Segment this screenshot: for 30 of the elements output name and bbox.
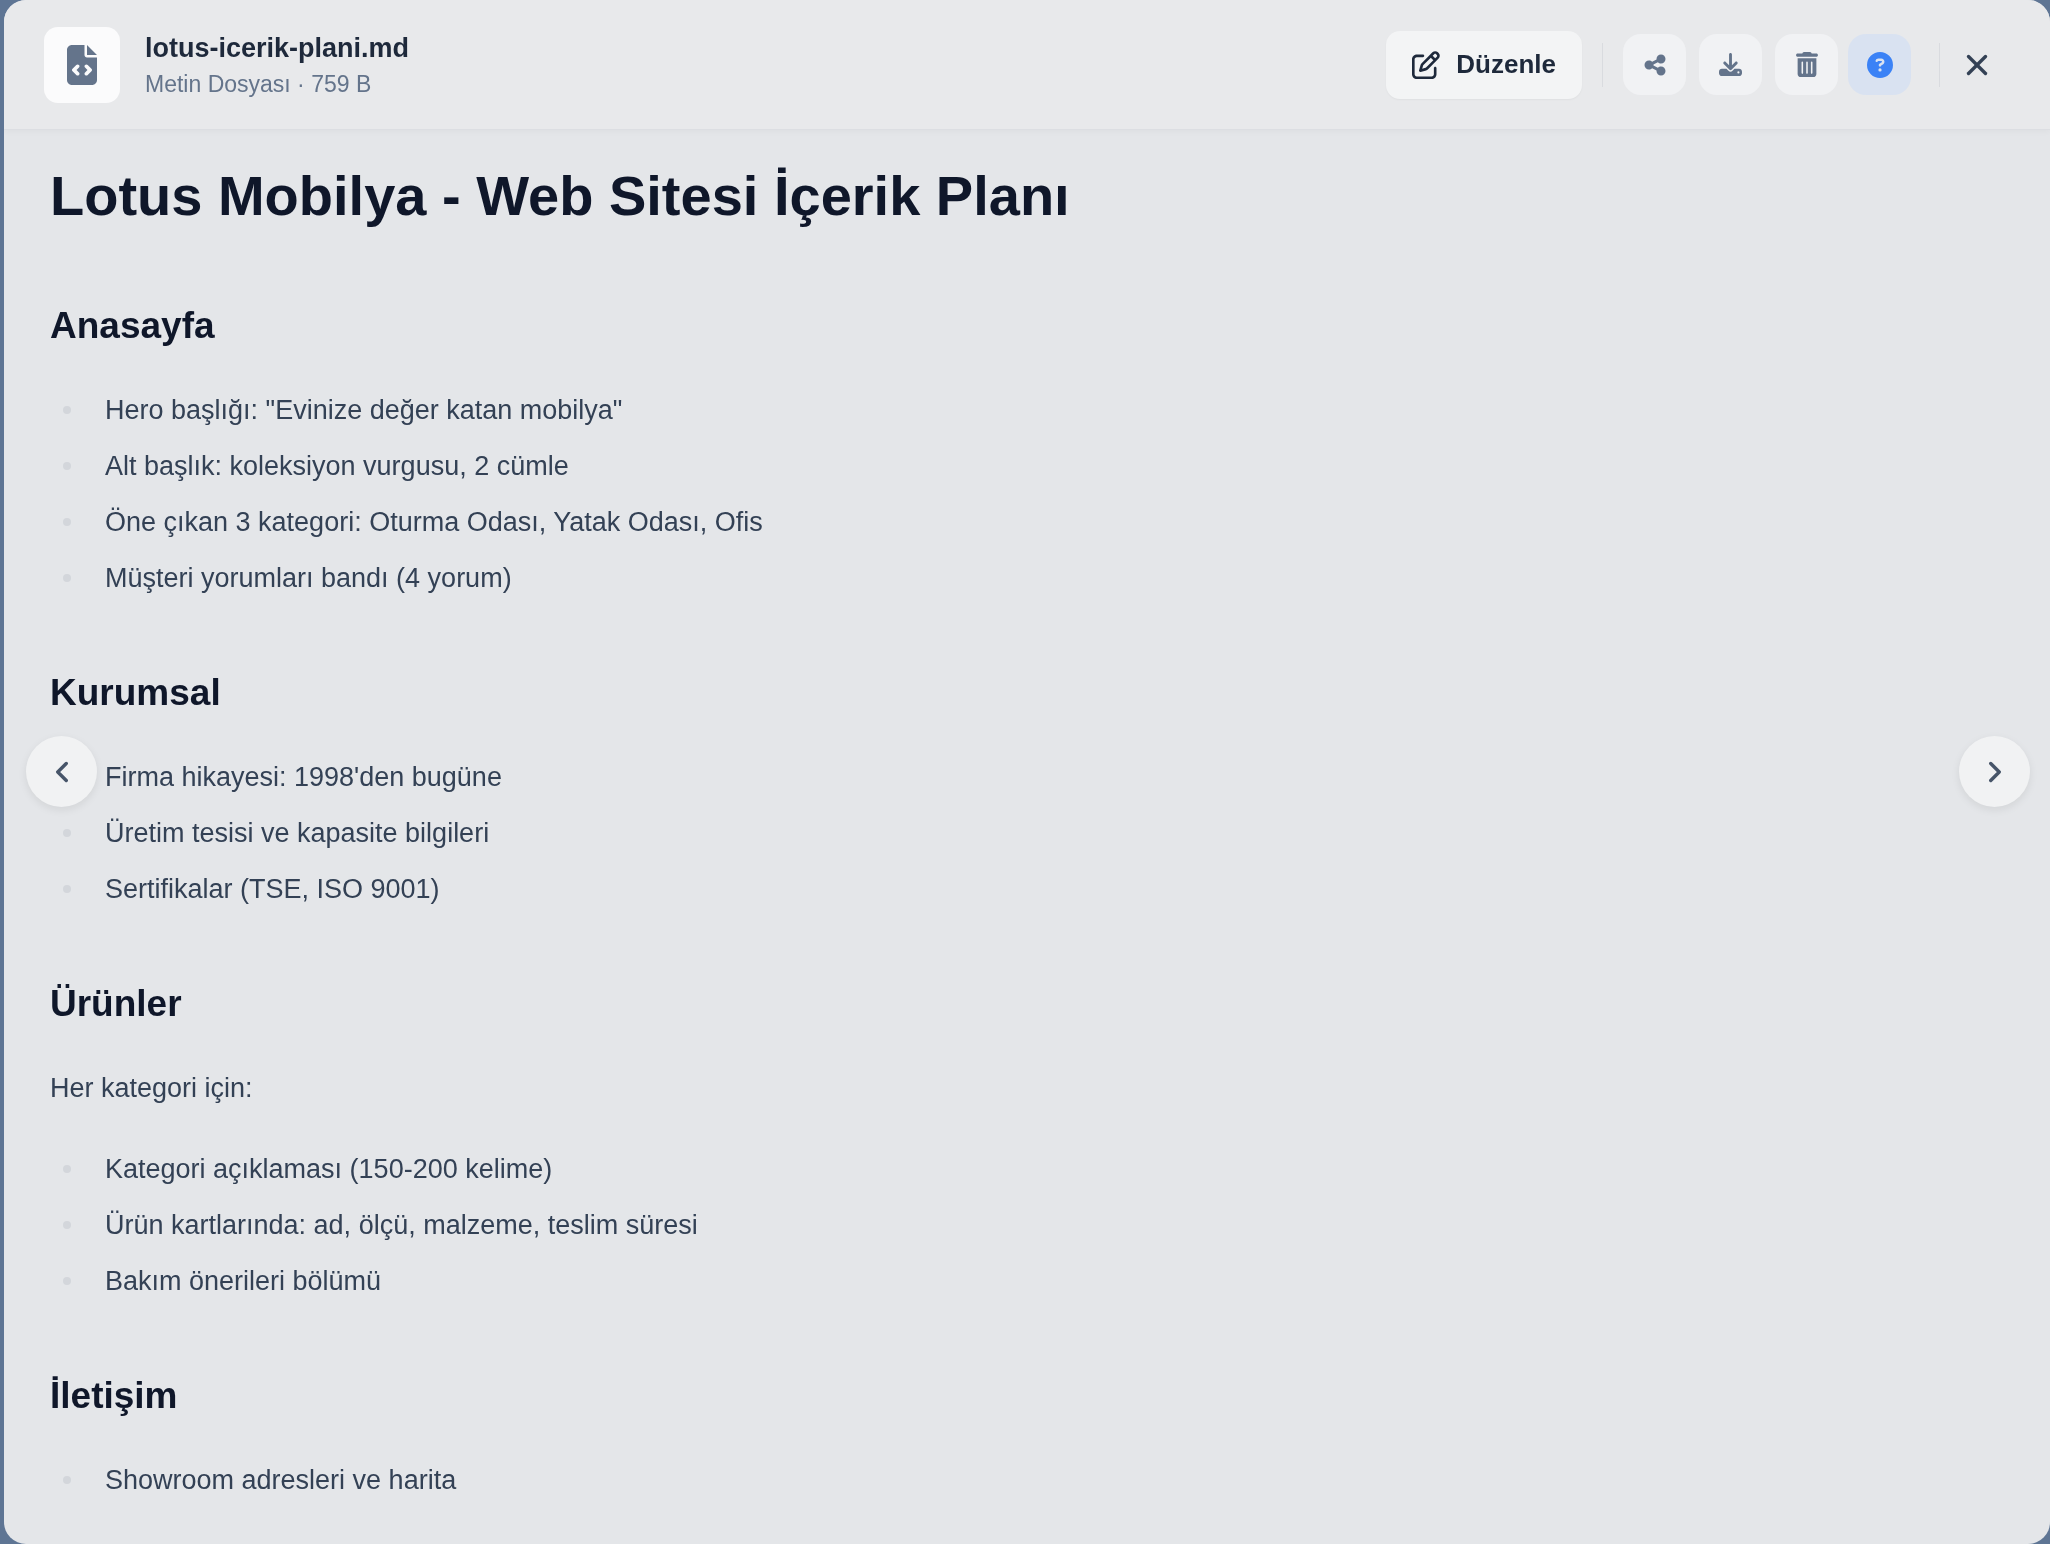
section-heading: Ürünler xyxy=(50,982,182,1026)
section-heading: İletişim xyxy=(50,1374,178,1418)
download-icon xyxy=(1719,53,1742,76)
delete-button[interactable] xyxy=(1775,34,1838,95)
document-title: Lotus Mobilya - Web Sitesi İçerik Planı xyxy=(50,164,1070,228)
help-button[interactable] xyxy=(1848,34,1911,95)
list-item-text: Öne çıkan 3 kategori: Oturma Odası, Yatak Odası, Ofis xyxy=(105,506,763,539)
paragraph: Her kategori için: xyxy=(50,1072,253,1105)
edit-icon xyxy=(1412,50,1441,79)
list-item-text: Firma hikayesi: 1998'den bugüne xyxy=(105,761,502,794)
list-item-text: Showroom adresleri ve harita xyxy=(105,1464,457,1497)
file-meta: Metin Dosyası · 759 B xyxy=(145,69,373,99)
trash-icon xyxy=(1795,52,1818,77)
help-icon xyxy=(1866,51,1893,78)
list-item-text: Hero başlığı: "Evinize değer katan mobilya" xyxy=(105,394,623,427)
list-item-text: Müşteri yorumları bandı (4 yorum) xyxy=(105,562,512,595)
list-item-text: Bakım önerileri bölümü xyxy=(105,1265,382,1298)
edit-button[interactable]: Düzenle xyxy=(1386,30,1582,99)
file-code-icon xyxy=(44,26,120,103)
list-item-text: Ürün kartlarında: ad, ölçü, malzeme, teslim süresi xyxy=(105,1209,698,1242)
share-icon xyxy=(1642,52,1667,77)
download-button[interactable] xyxy=(1699,34,1762,95)
section-heading: Kurumsal xyxy=(50,671,221,715)
list-item-text: Üretim tesisi ve kapasite bilgileri xyxy=(105,817,490,850)
share-button[interactable] xyxy=(1623,34,1686,95)
section-heading: Anasayfa xyxy=(50,304,215,348)
list-item-text: Sertifikalar (TSE, ISO 9001) xyxy=(105,873,440,906)
list-item-text: Alt başlık: koleksiyon vurgusu, 2 cümle xyxy=(105,450,569,483)
file-name: lotus-icerik-plani.md xyxy=(145,31,410,65)
list-item-text: Kategori açıklaması (150-200 kelime) xyxy=(105,1153,553,1186)
